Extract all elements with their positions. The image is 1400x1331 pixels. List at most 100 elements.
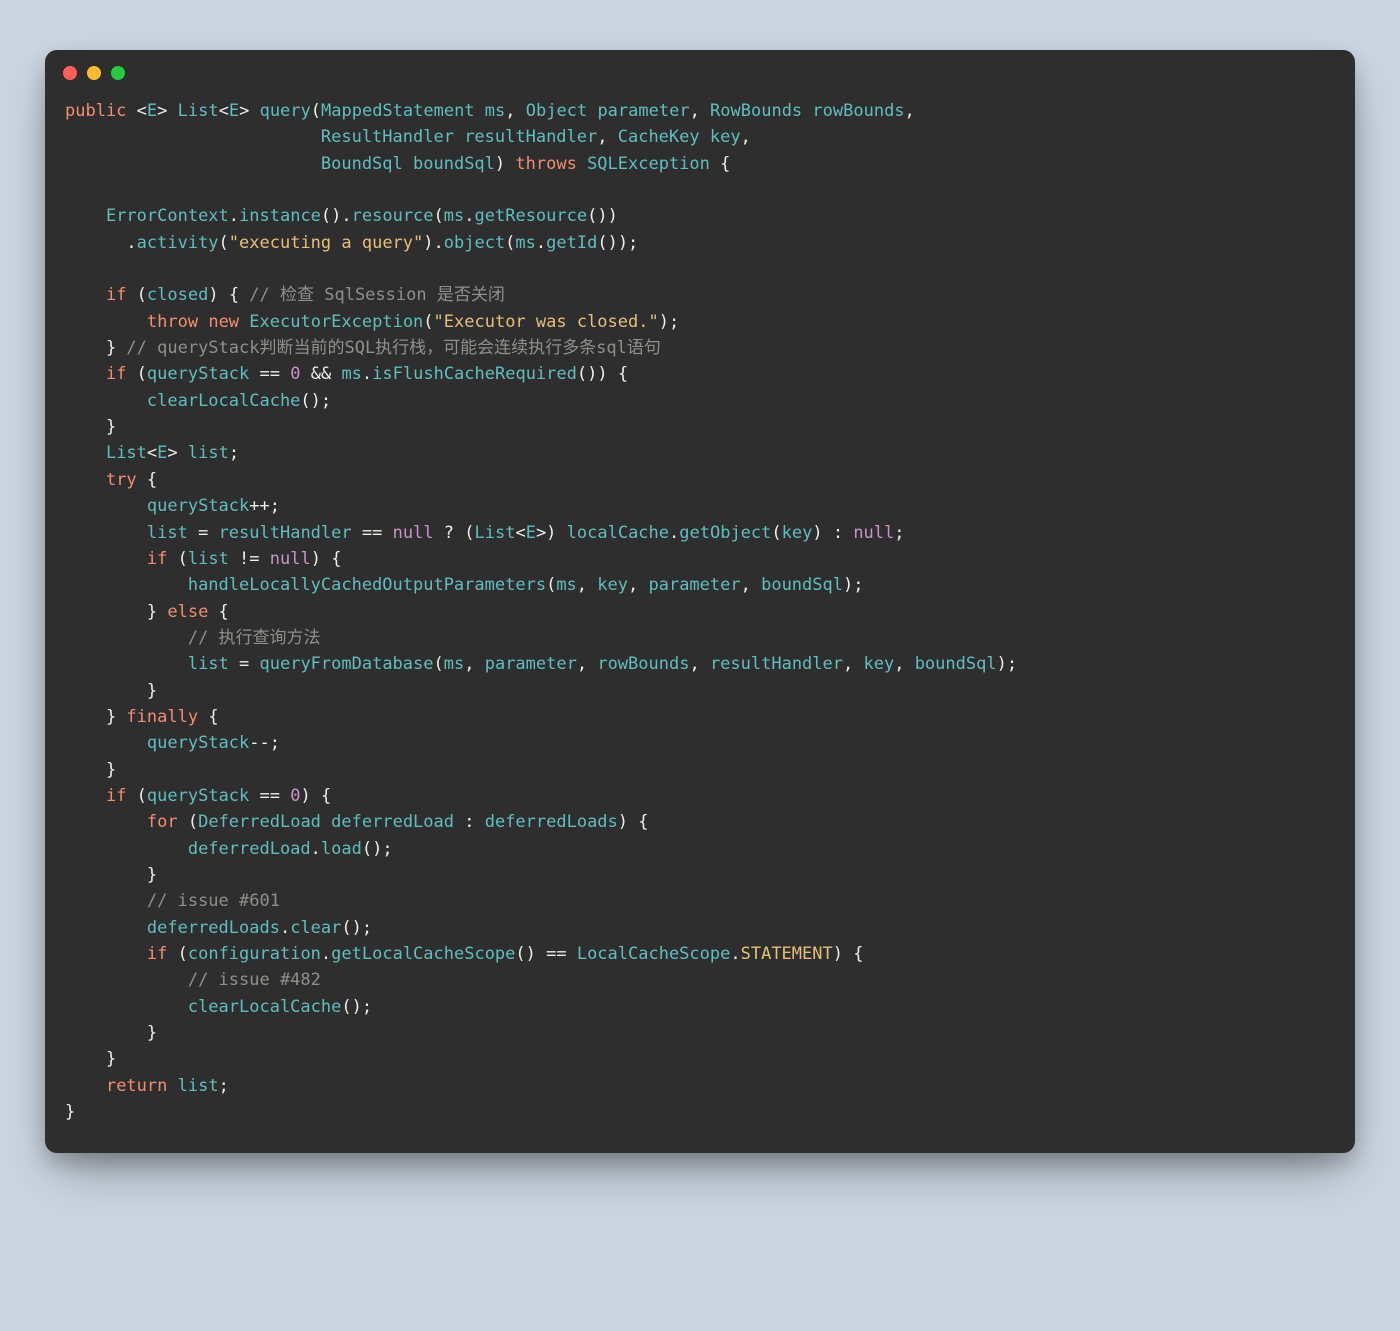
- code-line: // issue #601: [65, 888, 1335, 914]
- code-token: (: [126, 285, 146, 305]
- code-token: rowBounds: [597, 654, 689, 674]
- code-token: getResource: [475, 206, 588, 226]
- window-zoom-icon[interactable]: [111, 66, 125, 80]
- window-minimize-icon[interactable]: [87, 66, 101, 80]
- code-token: if: [106, 285, 126, 305]
- code-line: List<E> list;: [65, 440, 1335, 466]
- code-token: getId: [546, 233, 597, 253]
- code-token: ());: [597, 233, 638, 253]
- code-token: queryFromDatabase: [260, 654, 434, 674]
- code-token: (: [219, 233, 229, 253]
- code-token: key: [710, 127, 741, 147]
- code-line: deferredLoad.load();: [65, 836, 1335, 862]
- code-token: [65, 549, 147, 569]
- code-token: [65, 391, 147, 411]
- code-token: instance: [239, 206, 321, 226]
- code-token: }: [65, 760, 116, 780]
- code-line: deferredLoads.clear();: [65, 915, 1335, 941]
- code-token: MappedStatement: [321, 101, 475, 121]
- code-token: =: [188, 523, 219, 543]
- code-token: query: [260, 101, 311, 121]
- code-token: ms: [341, 364, 361, 384]
- code-token: [198, 312, 208, 332]
- code-token: deferredLoads: [485, 812, 618, 832]
- code-line: ResultHandler resultHandler, CacheKey ke…: [65, 124, 1335, 150]
- code-token: (: [546, 575, 556, 595]
- code-token: {: [710, 154, 730, 174]
- code-token: =: [229, 654, 260, 674]
- code-token: list: [178, 1076, 219, 1096]
- code-line: // issue #482: [65, 967, 1335, 993]
- code-line: }: [65, 1099, 1335, 1125]
- code-line: list = queryFromDatabase(ms, parameter, …: [65, 651, 1335, 677]
- code-token: [65, 312, 147, 332]
- code-token: );: [843, 575, 863, 595]
- code-token: public: [65, 101, 126, 121]
- code-token: if: [147, 944, 167, 964]
- code-token: }: [65, 681, 157, 701]
- code-token: ().: [321, 206, 352, 226]
- code-line: for (DeferredLoad deferredLoad : deferre…: [65, 809, 1335, 835]
- code-token: [65, 206, 106, 226]
- code-token: (: [178, 812, 198, 832]
- code-token: }: [65, 1049, 116, 1069]
- code-token: clearLocalCache: [147, 391, 301, 411]
- code-token: E: [229, 101, 239, 121]
- code-token: --;: [249, 733, 280, 753]
- code-token: // 执行查询方法: [188, 628, 321, 648]
- code-token: List: [106, 443, 147, 463]
- code-token: E: [526, 523, 536, 543]
- code-token: resultHandler: [464, 127, 597, 147]
- code-line: }: [65, 1020, 1335, 1046]
- window-titlebar: [45, 50, 1355, 86]
- code-token: deferredLoad: [188, 839, 311, 859]
- window-close-icon[interactable]: [63, 66, 77, 80]
- code-token: [65, 364, 106, 384]
- code-line: }: [65, 1046, 1335, 1072]
- code-token: queryStack: [147, 786, 249, 806]
- code-token: throw: [147, 312, 198, 332]
- code-token: [577, 154, 587, 174]
- code-line: }: [65, 862, 1335, 888]
- code-token: [65, 654, 188, 674]
- code-token: [65, 733, 147, 753]
- code-token: ,: [628, 575, 648, 595]
- code-token: ,: [843, 654, 863, 674]
- code-token: clear: [290, 918, 341, 938]
- code-token: );: [659, 312, 679, 332]
- code-token: try: [106, 470, 137, 490]
- code-token: >: [239, 101, 259, 121]
- code-token: >): [536, 523, 567, 543]
- code-token: .: [229, 206, 239, 226]
- code-token: (: [167, 944, 187, 964]
- code-token: ErrorContext: [106, 206, 229, 226]
- code-token: list: [188, 549, 229, 569]
- code-token: // queryStack判断当前的SQL执行栈，可能会连续执行多条sql语句: [126, 338, 660, 358]
- code-token: (: [505, 233, 515, 253]
- code-token: <: [515, 523, 525, 543]
- code-token: [65, 285, 106, 305]
- code-token: ms: [515, 233, 535, 253]
- code-line: } else {: [65, 599, 1335, 625]
- code-token: }: [65, 602, 167, 622]
- code-token: ExecutorException: [249, 312, 423, 332]
- code-token: [454, 127, 464, 147]
- code-token: ).: [423, 233, 443, 253]
- code-token: [65, 154, 321, 174]
- code-line: if (configuration.getLocalCacheScope() =…: [65, 941, 1335, 967]
- code-token: ) {: [833, 944, 864, 964]
- code-token: closed: [147, 285, 208, 305]
- code-token: }: [65, 1102, 75, 1122]
- code-token: ()): [587, 206, 618, 226]
- code-token: () ==: [515, 944, 576, 964]
- code-token: :: [454, 812, 485, 832]
- code-token: Object: [526, 101, 587, 121]
- code-token: ): [495, 154, 515, 174]
- code-token: ms: [444, 654, 464, 674]
- code-line: if (list != null) {: [65, 546, 1335, 572]
- code-token: (: [311, 101, 321, 121]
- code-token: List: [474, 523, 515, 543]
- code-area[interactable]: public <E> List<E> query(MappedStatement…: [45, 86, 1355, 1153]
- code-token: [65, 628, 188, 648]
- code-token: activity: [137, 233, 219, 253]
